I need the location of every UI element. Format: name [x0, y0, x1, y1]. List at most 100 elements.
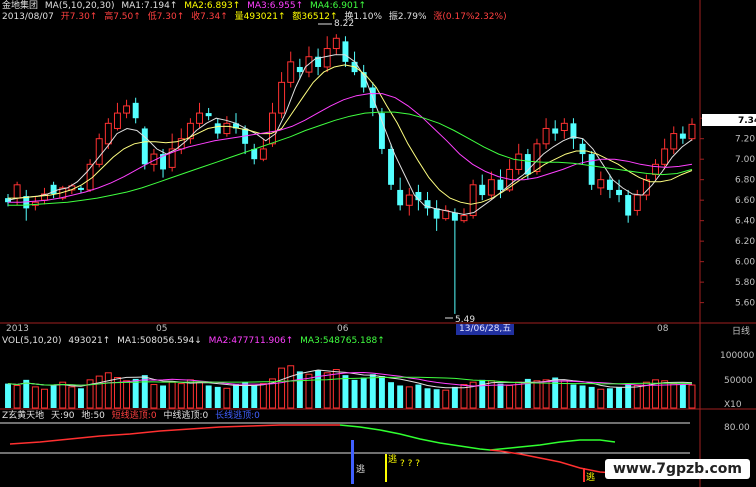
candle-body[interactable] [597, 179, 605, 189]
candle-body[interactable] [670, 133, 678, 150]
volume-bar[interactable] [542, 379, 550, 409]
candle-body[interactable] [515, 153, 523, 170]
candle-body[interactable] [296, 66, 303, 73]
volume-bar[interactable] [388, 382, 395, 408]
candle-body[interactable] [588, 154, 595, 185]
candle-body[interactable] [251, 148, 258, 160]
candle-body[interactable] [287, 61, 295, 83]
candle-body[interactable] [278, 81, 286, 114]
volume-bar[interactable] [278, 367, 286, 409]
volume-bar[interactable] [186, 379, 194, 409]
volume-chart[interactable]: 100000 50000 X10 [0, 335, 756, 410]
candlestick-chart[interactable]: 7.407.207.006.806.606.406.206.005.805.60… [0, 0, 756, 335]
volume-bar[interactable] [433, 389, 440, 408]
volume-bar[interactable] [41, 388, 48, 409]
volume-bar[interactable] [405, 386, 413, 409]
candle-body[interactable] [679, 133, 686, 139]
candle-body[interactable] [497, 179, 504, 190]
volume-bar[interactable] [332, 369, 340, 409]
volume-bar[interactable] [132, 378, 139, 408]
volume-bar[interactable] [196, 381, 203, 409]
volume-bar[interactable] [625, 384, 632, 408]
candle-body[interactable] [688, 123, 696, 140]
volume-bar[interactable] [150, 384, 158, 409]
volume-bar[interactable] [378, 376, 385, 408]
volume-bar[interactable] [296, 371, 303, 408]
volume-bar[interactable] [515, 381, 523, 409]
candle-body[interactable] [487, 179, 495, 196]
candle-body[interactable] [214, 123, 221, 134]
candle-body[interactable] [132, 102, 139, 119]
volume-bar[interactable] [369, 374, 376, 408]
price-pane[interactable]: 金地集团 MA(5,10,20,30) MA1:7.194↑ MA2:6.893… [0, 0, 756, 337]
candle-body[interactable] [141, 128, 148, 165]
candle-body[interactable] [524, 154, 531, 175]
candle-body[interactable] [123, 105, 131, 114]
volume-bar[interactable] [397, 385, 404, 408]
volume-bar[interactable] [633, 384, 641, 409]
candle-body[interactable] [451, 212, 458, 221]
volume-bar[interactable] [552, 377, 559, 409]
volume-bar[interactable] [168, 381, 176, 409]
candle-body[interactable] [560, 122, 568, 132]
volume-bar[interactable] [68, 386, 76, 409]
candle-body[interactable] [205, 113, 212, 117]
volume-bar[interactable] [351, 379, 358, 408]
volume-bar[interactable] [259, 383, 267, 409]
volume-bar[interactable] [305, 373, 313, 409]
volume-bar[interactable] [205, 385, 212, 408]
volume-bar[interactable] [13, 384, 21, 409]
candle-body[interactable] [633, 194, 641, 211]
volume-bar[interactable] [616, 386, 623, 408]
volume-bar[interactable] [442, 389, 450, 409]
volume-bar[interactable] [31, 386, 39, 409]
volume-bar[interactable] [606, 388, 613, 408]
volume-bar[interactable] [424, 388, 431, 408]
volume-bar[interactable] [451, 386, 458, 408]
volume-bar[interactable] [688, 384, 696, 409]
candle-body[interactable] [378, 113, 385, 149]
candle-body[interactable] [661, 148, 669, 165]
volume-bar[interactable] [5, 383, 11, 408]
volume-bar[interactable] [251, 385, 258, 408]
volume-bar[interactable] [679, 384, 686, 408]
candle-body[interactable] [104, 122, 112, 145]
candle-body[interactable] [479, 184, 486, 196]
candle-body[interactable] [196, 112, 203, 124]
volume-bar[interactable] [23, 379, 30, 408]
volume-bar[interactable] [415, 384, 422, 408]
candle-body[interactable] [469, 184, 477, 217]
volume-bar[interactable] [342, 375, 349, 408]
volume-bar[interactable] [233, 384, 239, 408]
volume-bar[interactable] [560, 380, 568, 409]
candle-body[interactable] [433, 208, 440, 219]
volume-bar[interactable] [177, 383, 185, 409]
volume-bar[interactable] [579, 385, 586, 408]
volume-bar[interactable] [50, 384, 57, 408]
candle-body[interactable] [388, 148, 395, 185]
candle-body[interactable] [579, 143, 586, 155]
volume-bar[interactable] [59, 381, 67, 409]
candle-body[interactable] [13, 184, 21, 199]
volume-bar[interactable] [360, 377, 367, 409]
volume-pane[interactable]: VOL(5,10,20) 493021↑ MA1:508056.594↓ MA2… [0, 335, 756, 410]
volume-bar[interactable] [214, 386, 221, 408]
candle-body[interactable] [223, 122, 231, 135]
volume-bar[interactable] [506, 384, 514, 409]
volume-bar[interactable] [123, 380, 131, 409]
candle-body[interactable] [77, 187, 84, 190]
volume-bar[interactable] [588, 386, 595, 408]
candle-body[interactable] [323, 48, 331, 68]
candle-body[interactable] [625, 195, 632, 216]
candle-body[interactable] [533, 143, 541, 172]
candle-body[interactable] [95, 138, 103, 165]
volume-bar[interactable] [242, 382, 249, 408]
candle-body[interactable] [542, 127, 550, 145]
volume-bar[interactable] [670, 383, 678, 409]
candle-body[interactable] [259, 148, 267, 160]
volume-bar[interactable] [323, 372, 331, 409]
candle-body[interactable] [397, 189, 404, 206]
volume-bar[interactable] [160, 385, 167, 408]
candle-body[interactable] [616, 189, 623, 196]
volume-bar[interactable] [597, 388, 605, 409]
